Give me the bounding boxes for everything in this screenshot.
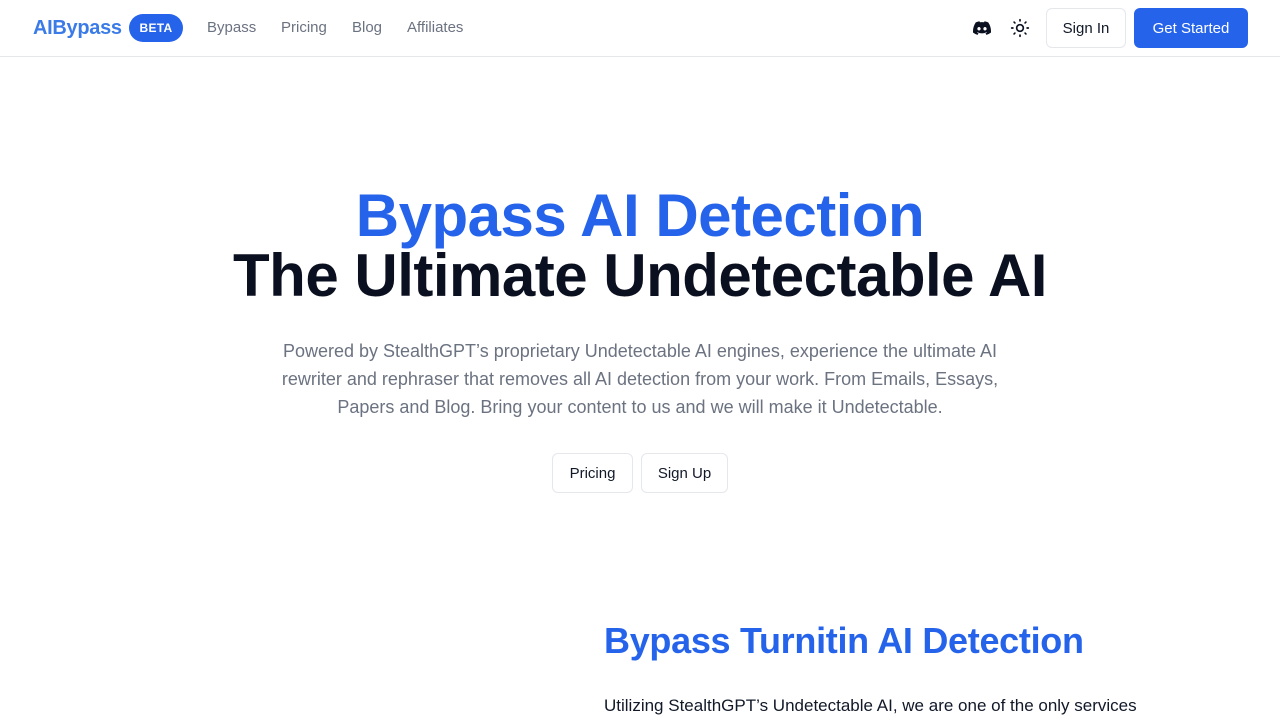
nav-link-bypass[interactable]: Bypass: [207, 18, 256, 38]
nav-link-pricing[interactable]: Pricing: [281, 18, 327, 38]
hero-sign-up-button[interactable]: Sign Up: [641, 453, 728, 493]
get-started-button[interactable]: Get Started: [1134, 8, 1248, 48]
feature-section-text: Utilizing StealthGPT’s Undetectable AI, …: [604, 696, 1137, 715]
feature-section-title: Bypass Turnitin AI Detection: [604, 620, 1084, 661]
feature-image-placeholder: [32, 600, 572, 720]
beta-badge: BETA: [129, 14, 183, 42]
hero-title-accent: Bypass AI Detection: [355, 182, 925, 249]
sign-in-button[interactable]: Sign In: [1046, 8, 1126, 48]
logo[interactable]: AIBypass: [33, 15, 122, 41]
sun-icon[interactable]: [1009, 17, 1031, 39]
discord-icon[interactable]: [971, 17, 993, 39]
hero-title: The Ultimate Undetectable AI: [233, 242, 1047, 309]
navbar: AIBypass BETA Bypass Pricing Blog Affili…: [0, 0, 1280, 57]
hero-description: Powered by StealthGPT’s proprietary Unde…: [281, 341, 999, 417]
nav-link-blog[interactable]: Blog: [352, 18, 382, 38]
nav-link-affiliates[interactable]: Affiliates: [407, 18, 463, 38]
hero-pricing-button[interactable]: Pricing: [552, 453, 633, 493]
